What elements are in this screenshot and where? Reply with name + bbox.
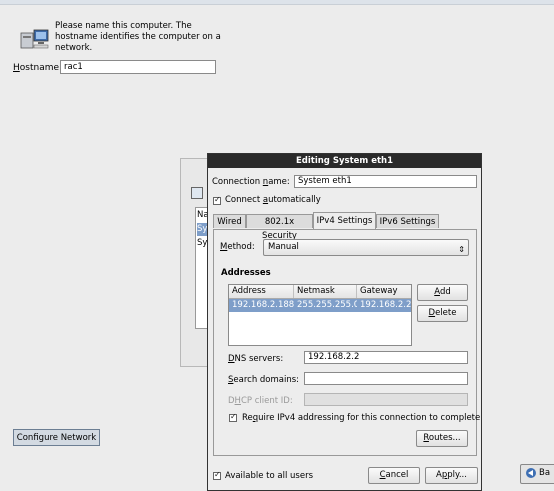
tab-8021x-security[interactable]: 802.1x Security xyxy=(246,214,313,241)
method-label: Method: xyxy=(220,242,255,252)
method-value: Manual xyxy=(268,242,299,252)
combo-arrows-icon: ⇕ xyxy=(458,245,465,254)
require-ipv4-label: Require IPv4 addressing for this connect… xyxy=(242,413,481,423)
hostname-label: Hostname: xyxy=(13,63,63,73)
connect-automatically-checkbox[interactable] xyxy=(213,195,221,205)
configure-network-button[interactable]: Configure Network xyxy=(13,429,100,446)
connection-name-label: Connection name: xyxy=(212,177,290,187)
back-arrow-icon xyxy=(526,468,536,478)
back-button[interactable]: Ba xyxy=(520,464,554,484)
column-header-address[interactable]: Address xyxy=(229,285,294,298)
tab-ipv6-settings[interactable]: IPv6 Settings xyxy=(376,214,439,228)
method-select[interactable]: Manual ⇕ xyxy=(263,239,469,256)
cell-gateway: 192.168.2.2 xyxy=(360,300,411,310)
require-ipv4-checkbox[interactable] xyxy=(229,412,237,422)
column-header-netmask[interactable]: Netmask xyxy=(294,285,357,298)
top-band xyxy=(0,0,554,5)
routes-button[interactable]: Routes... xyxy=(416,430,468,447)
column-header-gateway[interactable]: Gateway xyxy=(357,285,411,298)
addresses-heading: Addresses xyxy=(221,268,271,278)
dns-servers-input[interactable]: 192.168.2.2 xyxy=(304,351,468,364)
connection-name-input[interactable]: System eth1 xyxy=(294,175,477,188)
dhcp-client-id-input[interactable] xyxy=(304,393,468,406)
available-to-all-users-label: Available to all users xyxy=(225,471,314,481)
search-domains-input[interactable] xyxy=(304,372,468,385)
tab-ipv4-settings[interactable]: IPv4 Settings xyxy=(313,212,376,229)
cancel-button[interactable]: Cancel xyxy=(368,467,420,484)
search-domains-label: Search domains: xyxy=(228,375,300,385)
delete-button[interactable]: Delete xyxy=(417,305,468,322)
cell-netmask: 255.255.255.0 xyxy=(297,300,357,310)
back-label: Ba xyxy=(539,468,551,478)
network-icon xyxy=(191,187,203,199)
dns-servers-label: DNS servers: xyxy=(228,354,284,364)
computer-icon xyxy=(20,29,49,49)
table-row[interactable]: 192.168.2.188 255.255.255.0 192.168.2.2 xyxy=(229,299,411,312)
tab-wired[interactable]: Wired xyxy=(213,214,246,228)
table-header: Address Netmask Gateway xyxy=(229,285,411,299)
intro-text: Please name this computer. The hostname … xyxy=(55,21,221,53)
addresses-table[interactable]: Address Netmask Gateway 192.168.2.188 25… xyxy=(228,284,412,346)
editing-connection-dialog: Editing System eth1 Connection name: Sys… xyxy=(207,153,482,491)
add-button[interactable]: Add xyxy=(417,284,468,301)
hostname-input[interactable] xyxy=(60,60,216,74)
connect-automatically-label: Connect automatically xyxy=(225,195,321,205)
cell-address: 192.168.2.188 xyxy=(232,300,294,310)
apply-button[interactable]: Apply... xyxy=(425,467,478,484)
dialog-title: Editing System eth1 xyxy=(208,154,481,168)
dhcp-client-id-label: DHCP client ID: xyxy=(228,396,293,406)
available-to-all-users-checkbox[interactable] xyxy=(213,470,221,480)
